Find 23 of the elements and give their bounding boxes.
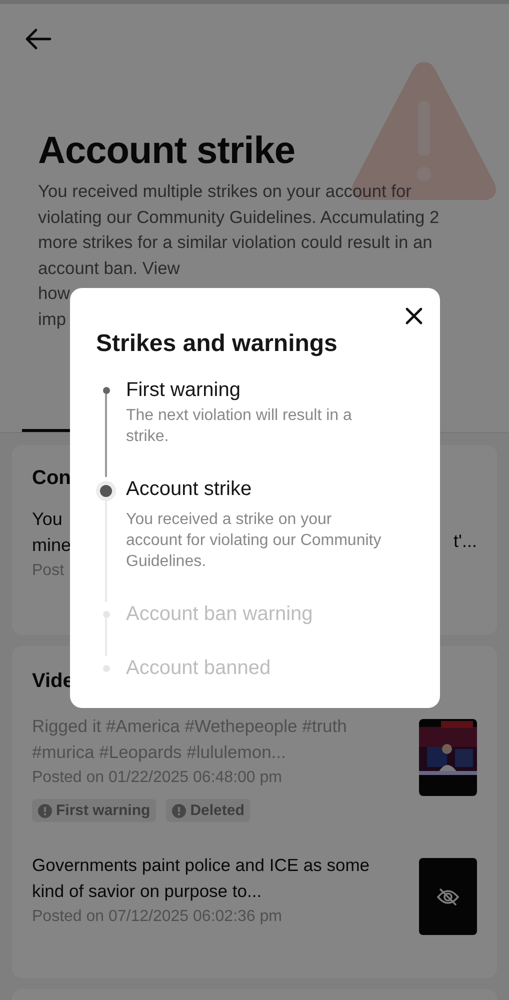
video-caption[interactable]: Governments paint police and ICE as some kind of savior on purpose to... xyxy=(32,852,397,904)
alert-icon xyxy=(172,804,186,818)
close-icon xyxy=(405,307,423,325)
card-text-fragment: mine xyxy=(32,534,72,557)
eye-slash-icon xyxy=(437,888,459,906)
step-label: Account ban warning xyxy=(126,602,313,626)
status-tag: First warning xyxy=(32,799,156,822)
status-tag: Deleted xyxy=(166,799,250,822)
page-title: Account strike xyxy=(38,130,296,173)
description-fragment: imp xyxy=(38,308,66,331)
description-fragment: how xyxy=(38,282,70,305)
step-description: You received a strike on your account for violating our Community Guidelines. xyxy=(126,510,382,572)
card-title-fragment: Con xyxy=(32,467,72,490)
dialog-title: Strikes and warnings xyxy=(96,330,338,358)
step-label: Account strike xyxy=(126,477,253,501)
alert-icon xyxy=(38,804,52,818)
step-description: The next violation will result in a strike. xyxy=(126,406,353,447)
step-label: First warning xyxy=(126,378,242,402)
back-arrow-icon xyxy=(24,28,52,50)
card-text-fragment: You xyxy=(32,508,64,531)
card-text-fragment: t'... xyxy=(454,531,477,553)
hidden-thumbnail[interactable] xyxy=(419,858,477,935)
step-label: Account banned xyxy=(126,656,271,680)
